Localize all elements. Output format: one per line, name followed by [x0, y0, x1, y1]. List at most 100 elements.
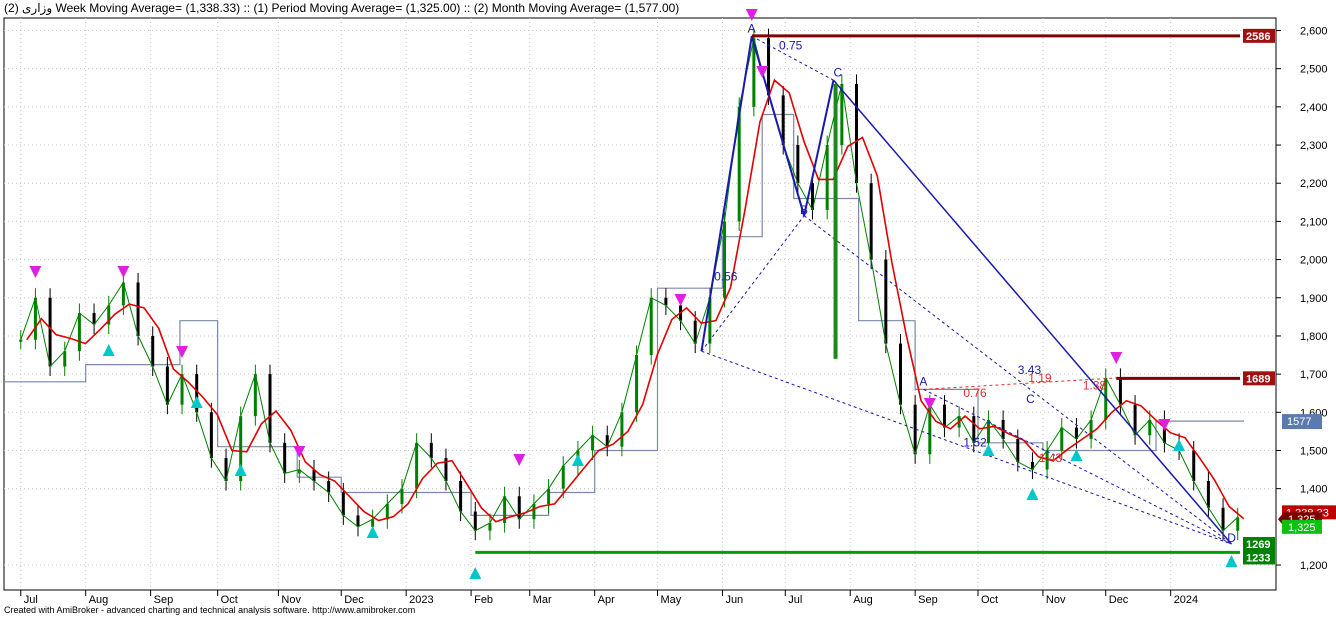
badge-1689-text: 1689 [1246, 373, 1270, 385]
candle-body [855, 83, 858, 184]
y-tick-label: 1,700 [1300, 369, 1328, 381]
candle-body [283, 442, 287, 474]
sell-arrow [745, 9, 758, 21]
candle-body [136, 282, 140, 336]
chart-footer: Created with AmiBroker - advanced charti… [4, 605, 416, 615]
candle-body [620, 412, 624, 447]
pattern-leg-bc [803, 79, 835, 216]
ratio-label: 1.43 [1039, 451, 1063, 465]
candle-body [268, 374, 272, 443]
y-tick-label: 2,300 [1300, 140, 1328, 152]
sell-arrow [176, 346, 189, 358]
x-tick-label: Oct [981, 594, 998, 606]
candle-body [459, 481, 463, 512]
candle-body [649, 297, 653, 356]
plot-frame [3, 17, 1277, 591]
candle-body [825, 145, 829, 210]
candle-body [77, 313, 81, 352]
sell-arrow [1110, 352, 1123, 364]
ratio-label: 1.52 [963, 436, 987, 450]
pattern-leg-xa [700, 36, 753, 352]
candle-body [884, 259, 888, 344]
signal-arrows [29, 9, 1238, 579]
badge-1577-text: 1577 [1287, 416, 1311, 428]
x-tick-label: Dec [1109, 594, 1129, 606]
pattern-point-label: C [1026, 392, 1035, 406]
sell-arrow [756, 66, 769, 78]
x-tick-label: Jul [788, 594, 802, 606]
ratio-label: 1.19 [1028, 371, 1052, 385]
candle-body [898, 343, 902, 405]
price-chart[interactable]: 0.750.563.431.191.380.761.521.43ACBACD 2… [0, 0, 1336, 619]
ratio-label: 0.56 [714, 270, 738, 284]
pattern-ratio-bd [803, 215, 1232, 545]
y-tick-label: 2,200 [1300, 178, 1328, 190]
candle-body [415, 442, 419, 489]
candle-body [986, 419, 990, 443]
y-tick-label: 1,900 [1300, 293, 1328, 305]
pattern-point-label: D [1227, 531, 1236, 545]
candle-body [1192, 450, 1196, 482]
y-tick-label: 2,100 [1300, 216, 1328, 228]
sell-arrow [29, 266, 42, 278]
badge-1233-text: 1233 [1246, 552, 1270, 564]
buy-arrow [1225, 555, 1238, 567]
x-tick-label: Nov [1046, 594, 1066, 606]
sell-arrow [1158, 419, 1171, 431]
candle-body [63, 351, 67, 367]
x-axis: Jul Aug Sep Oct Nov Dec 2023 Feb Mar Apr May Jun Jul… [20, 590, 1198, 606]
candle-body [517, 496, 521, 520]
pattern-ratio-small [923, 388, 1232, 545]
ratio-label: 1.38 [1083, 378, 1107, 392]
x-tick-label: Apr [598, 594, 615, 606]
candle-body [19, 339, 23, 342]
x-tick-label: Sep [918, 594, 938, 606]
candle-body [1221, 507, 1225, 531]
pattern-point-label: C [833, 65, 842, 79]
buy-arrow [102, 344, 115, 356]
y-tick-label: 2,400 [1300, 102, 1328, 114]
y-tick-label: 2,500 [1300, 64, 1328, 76]
x-tick-label: 2024 [1174, 594, 1198, 606]
x-tick-label: May [661, 594, 682, 606]
buy-arrow [571, 454, 584, 466]
pattern-point-label: A [748, 21, 756, 35]
pattern-point-label: A [919, 375, 927, 389]
sell-arrow [117, 266, 130, 278]
candle-body [869, 183, 873, 260]
candle-body [165, 366, 169, 405]
grid-lines [3, 17, 1277, 591]
volume-spike-bar [833, 83, 838, 359]
pattern-point-label: B [800, 203, 808, 217]
candle-body [561, 465, 565, 489]
ratio-label: 0.76 [963, 386, 987, 400]
candle-body [591, 435, 595, 451]
candle-body [635, 355, 639, 413]
y-axis: 2,600 2,500 2,400 2,300 2,200 2,100 2,000 1,900… [1276, 26, 1328, 572]
y-tick-label: 1,500 [1300, 445, 1328, 457]
buy-arrow [234, 464, 247, 476]
y-tick-label: 1,200 [1300, 560, 1328, 572]
candle-body [473, 511, 477, 531]
candle-body [1236, 517, 1240, 531]
candle-body [1118, 377, 1122, 405]
x-tick-label: Mar [533, 594, 552, 606]
candle-body [664, 297, 668, 306]
x-tick-label: Jun [725, 594, 743, 606]
candle-body [1206, 481, 1210, 508]
y-tick-label: 2,600 [1300, 26, 1328, 38]
candle-body [429, 442, 433, 459]
y-tick-label: 1,400 [1300, 484, 1328, 496]
ratio-labels: 0.750.563.431.191.380.761.521.43ACBACD [714, 21, 1236, 545]
buy-arrow [366, 526, 379, 538]
candle-body [385, 503, 389, 520]
candle-body [327, 481, 331, 493]
candle-body [341, 492, 345, 516]
buy-arrow [1173, 439, 1186, 451]
candle-body [1060, 427, 1064, 451]
badge-1269-text: 1269 [1246, 539, 1270, 551]
x-tick-label: Aug [853, 594, 873, 606]
candle-body [488, 523, 492, 531]
buy-arrow [469, 567, 482, 579]
x-tick-label: Feb [474, 594, 493, 606]
